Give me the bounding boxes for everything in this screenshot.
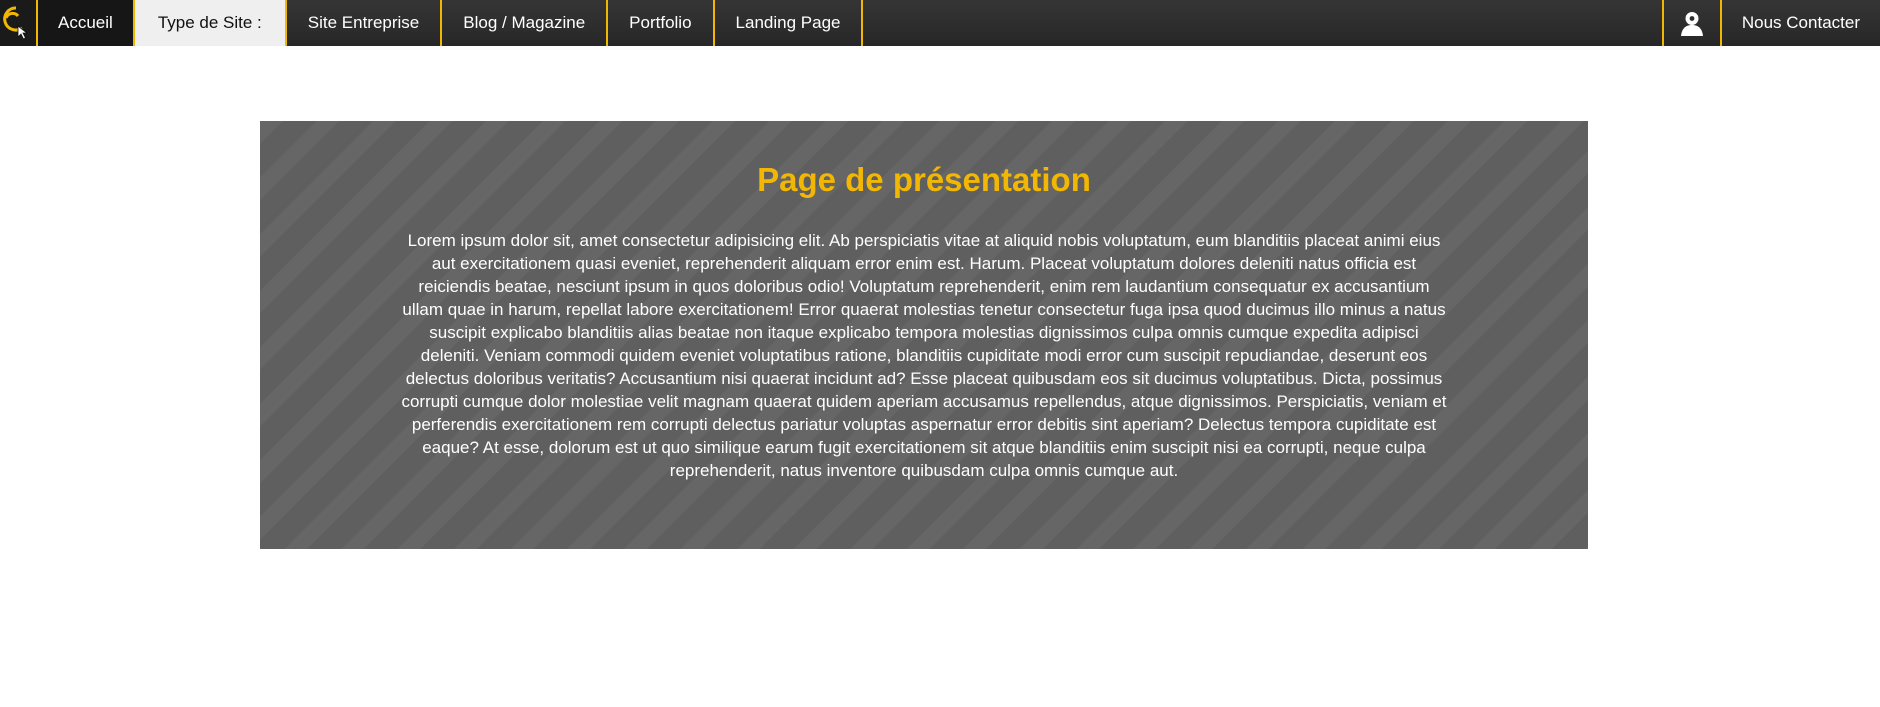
presentation-banner: Page de présentation Lorem ipsum dolor s…: [260, 121, 1588, 549]
nav-item-site-entreprise[interactable]: Site Entreprise: [287, 0, 443, 46]
user-icon[interactable]: [1661, 0, 1722, 46]
page-title: Page de présentation: [757, 161, 1091, 198]
nav-item-blog-magazine[interactable]: Blog / Magazine: [442, 0, 609, 46]
nav-label-type-de-site: Type de Site :: [134, 0, 287, 46]
nav-item-portfolio[interactable]: Portfolio: [608, 0, 715, 46]
logo-icon[interactable]: [0, 0, 38, 46]
presentation-text: Lorem ipsum dolor sit, amet consectetur …: [401, 231, 1447, 480]
nous-contacter-link[interactable]: Nous Contacter: [1722, 0, 1880, 46]
nav-item-landing-page[interactable]: Landing Page: [715, 0, 864, 46]
nav-item-accueil[interactable]: Accueil: [38, 0, 135, 46]
top-navbar: Accueil Type de Site : Site Entreprise B…: [0, 0, 1880, 46]
